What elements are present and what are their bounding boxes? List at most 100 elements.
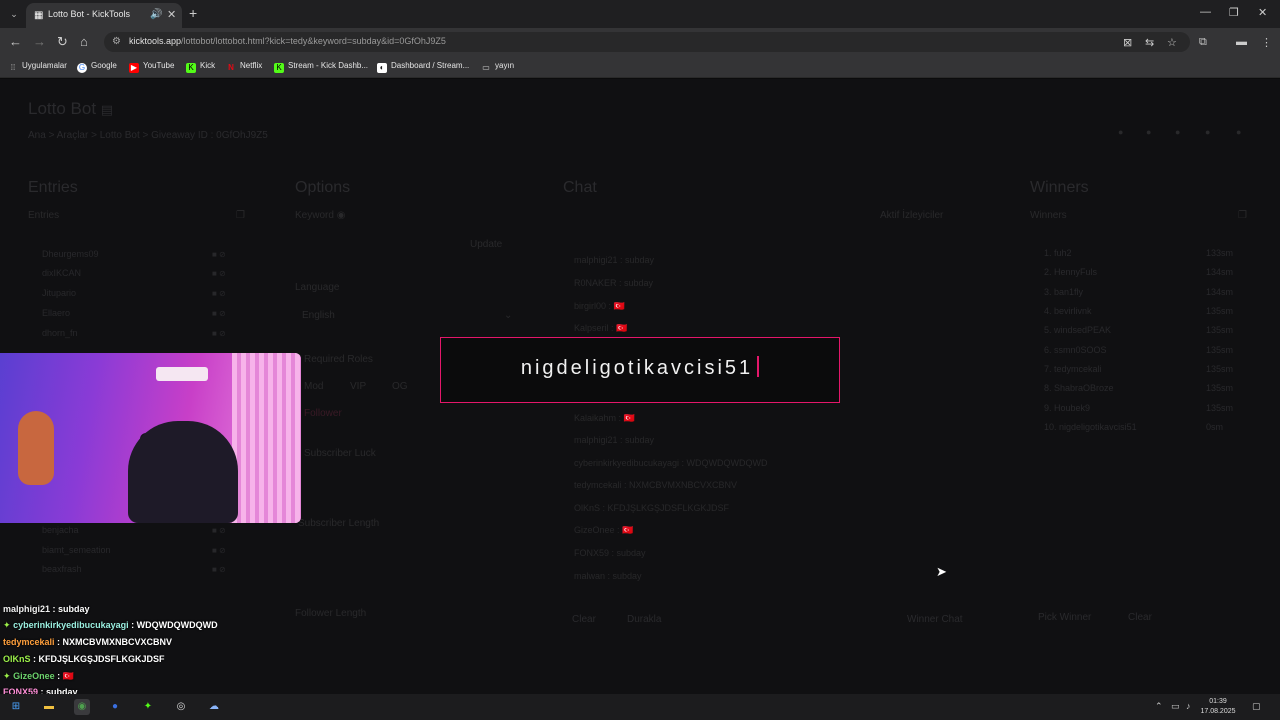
- notifications-icon[interactable]: ▢: [1252, 701, 1261, 712]
- entry-item: biamt_semeation: [42, 545, 111, 555]
- page-title: Lotto Bot ▤: [28, 99, 114, 118]
- tab-search-icon[interactable]: ⌄: [6, 6, 22, 22]
- windows-start-icon[interactable]: ⊞: [8, 699, 24, 715]
- window-close-icon[interactable]: ✕: [1258, 6, 1267, 19]
- winner-row: 5. windsedPEAK 135sm: [1044, 325, 1234, 335]
- bookmark-google[interactable]: G Google: [77, 61, 117, 73]
- copy-icon[interactable]: ❐: [1238, 210, 1247, 221]
- chat-clear-button[interactable]: Clear: [572, 614, 596, 625]
- language-select[interactable]: English: [302, 310, 335, 321]
- reload-icon[interactable]: ↻: [57, 34, 68, 50]
- bookmark-kick-dashboard[interactable]: K Stream - Kick Dashb...: [274, 61, 368, 73]
- copy-icon[interactable]: ❐: [236, 210, 245, 221]
- file-explorer-icon[interactable]: ▬: [41, 699, 57, 715]
- entry-actions-icon[interactable]: ■ ⊘: [212, 250, 226, 259]
- social-icon[interactable]: ●: [1236, 127, 1241, 137]
- menu-icon[interactable]: ⋮: [1261, 36, 1272, 49]
- curtain: [232, 353, 301, 523]
- chrome-icon[interactable]: ◉: [74, 699, 90, 715]
- entry-actions-icon[interactable]: ■ ⊘: [212, 269, 226, 278]
- role-follower[interactable]: Follower: [304, 408, 342, 419]
- bookmark-kick[interactable]: K Kick: [186, 61, 215, 73]
- new-tab-icon[interactable]: +: [189, 5, 197, 21]
- chat-message: malwan : subday: [574, 571, 642, 581]
- entry-actions-icon[interactable]: ■ ⊘: [212, 309, 226, 318]
- forward-icon[interactable]: →: [33, 34, 46, 49]
- minimize-icon[interactable]: —: [1200, 6, 1211, 18]
- social-icon[interactable]: ●: [1146, 127, 1151, 137]
- social-icon[interactable]: ●: [1205, 127, 1210, 137]
- extensions-icon[interactable]: ⧉: [1199, 36, 1207, 49]
- folder-icon: ▭: [482, 63, 490, 72]
- winners-heading: Winners: [1030, 179, 1089, 196]
- entry-actions-icon[interactable]: ■ ⊘: [212, 289, 226, 298]
- bookmark-folder-yayin[interactable]: ▭ yayın: [481, 61, 514, 73]
- entry-item: Jitupario: [42, 288, 77, 298]
- eye-icon[interactable]: ◉: [337, 210, 346, 221]
- chat-message: GizeOnee : 🇹🇷: [574, 525, 634, 535]
- subscriber-luck-label: Subscriber Luck: [304, 448, 376, 459]
- active-viewers-label: Aktif İzleyiciler: [880, 210, 944, 221]
- update-button[interactable]: Update: [470, 239, 502, 250]
- profile-icon[interactable]: ▬: [1236, 36, 1247, 48]
- tray-chevron-icon[interactable]: ⌃: [1155, 701, 1163, 712]
- bookmark-streamelements[interactable]: ◐ Dashboard / Stream...: [377, 61, 469, 73]
- tab-close-icon[interactable]: ✕: [167, 8, 176, 21]
- entries-subheading: Entries: [28, 210, 60, 221]
- follower-length-label: Follower Length: [295, 608, 367, 619]
- pick-winner-button[interactable]: Pick Winner: [1038, 612, 1091, 623]
- system-clock[interactable]: 01:39 17.08.2025: [1198, 697, 1238, 717]
- role-vip[interactable]: VIP: [350, 381, 366, 392]
- role-mod[interactable]: Mod: [304, 381, 323, 392]
- bookmark-youtube[interactable]: ▶ YouTube: [129, 61, 174, 73]
- home-icon[interactable]: ⌂: [80, 34, 88, 49]
- role-og[interactable]: OG: [392, 381, 408, 392]
- overlay-chat-line: OlKnS : KFDJŞLKGŞJDSFLKGKJDSF: [3, 654, 165, 664]
- bookmark-netflix[interactable]: N Netflix: [226, 61, 262, 73]
- restore-icon[interactable]: ❐: [1229, 6, 1239, 19]
- tab-bar: ⌄ ▦ Lotto Bot - KickTools 🔊 ✕ + — ❐ ✕: [0, 0, 1280, 28]
- network-icon[interactable]: ▭: [1171, 701, 1180, 712]
- chat-message: R0NAKER : subday: [574, 278, 654, 288]
- entry-actions-icon[interactable]: ■ ⊘: [212, 329, 226, 338]
- tab-audio-icon[interactable]: 🔊: [150, 9, 162, 20]
- options-heading: Options: [295, 179, 351, 196]
- address-bar[interactable]: ⚙ kicktools.app/lottobot/lottobot.html?k…: [104, 32, 1190, 52]
- camera-blocked-icon[interactable]: ⊠: [1123, 36, 1132, 49]
- chat-pause-button[interactable]: Durakla: [627, 614, 661, 625]
- bookmark-apps[interactable]: ⁞⁞ Uygulamalar: [8, 61, 67, 73]
- overlay-chat-line: ✦ GizeOnee : 🇹🇷: [3, 671, 74, 681]
- breadcrumb: Ana > Araçlar > Lotto Bot > Giveaway ID …: [28, 130, 268, 141]
- kick-app-icon[interactable]: ✦: [140, 699, 156, 715]
- entry-actions-icon[interactable]: ■ ⊘: [212, 526, 226, 535]
- chat-message: malphigi21 : subday: [574, 255, 655, 265]
- site-info-icon[interactable]: ⚙: [112, 36, 121, 47]
- youtube-icon: ▶: [129, 63, 139, 73]
- entry-item: Dheurgems09: [42, 249, 99, 259]
- chat-message: Kalpseril : 🇹🇷: [574, 323, 628, 333]
- entry-item: dhorn_fn: [42, 328, 78, 338]
- social-icon[interactable]: ●: [1175, 127, 1180, 137]
- back-icon[interactable]: ←: [9, 34, 22, 49]
- ticket-icon: ▤: [100, 102, 114, 117]
- bookmark-star-icon[interactable]: ☆: [1167, 36, 1177, 49]
- entry-item: Ellaero: [42, 308, 71, 318]
- bookmarks-bar: ⁞⁞ Uygulamalar G Google ▶ YouTube K Kick N Ne…: [0, 56, 1280, 78]
- winner-modal[interactable]: nigdeligotikavcisi51: [440, 337, 840, 403]
- badge-icon: ✦: [3, 671, 11, 681]
- teddy-bear: [18, 411, 54, 485]
- entry-actions-icon[interactable]: ■ ⊘: [212, 546, 226, 555]
- entry-actions-icon[interactable]: ■ ⊘: [212, 565, 226, 574]
- winners-subheading: Winners: [1030, 210, 1067, 221]
- language-label: Language: [295, 282, 340, 293]
- apps-grid-icon: ⁞⁞: [10, 63, 16, 72]
- translate-icon[interactable]: ⇆: [1145, 36, 1154, 49]
- obs-icon[interactable]: ◎: [173, 699, 189, 715]
- steam-icon[interactable]: ☁: [206, 699, 222, 715]
- volume-icon[interactable]: ♪: [1186, 701, 1191, 711]
- app-icon[interactable]: ●: [107, 699, 123, 715]
- tab-lotto-bot[interactable]: ▦ Lotto Bot - KickTools 🔊 ✕: [26, 3, 182, 28]
- social-icon[interactable]: ●: [1118, 127, 1123, 137]
- winner-chat-button[interactable]: Winner Chat: [907, 614, 963, 625]
- clear-winners-button[interactable]: Clear: [1128, 612, 1152, 623]
